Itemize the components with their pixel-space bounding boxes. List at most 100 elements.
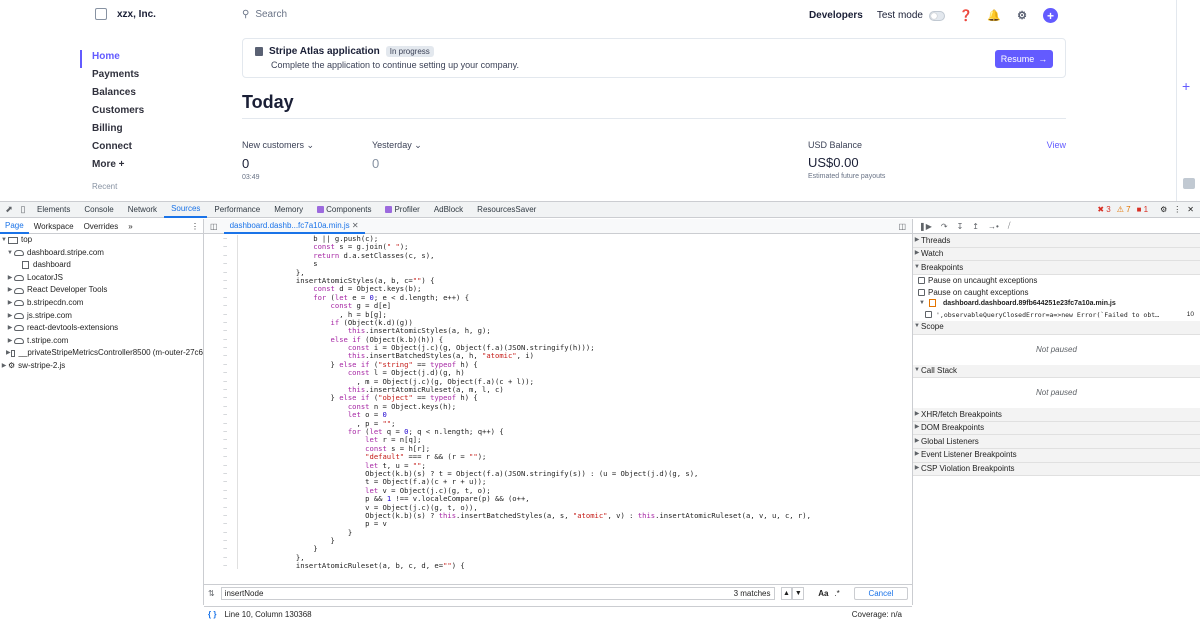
gutter-line[interactable]: – <box>204 487 237 495</box>
tree-item-dashboard-stripe[interactable]: ▼ dashboard.stripe.com <box>0 247 203 260</box>
gutter-line[interactable]: – <box>204 520 237 528</box>
tab-overrides[interactable]: Overrides <box>79 219 124 234</box>
gutter-line[interactable]: – <box>204 445 237 453</box>
gutter-line[interactable]: – <box>204 403 237 411</box>
sidebar-item-more[interactable]: More + <box>80 158 220 176</box>
tab-resourcessaver[interactable]: ResourcesSaver <box>470 202 543 218</box>
warning-count[interactable]: ⚠ 7 <box>1117 205 1131 214</box>
line-gutter[interactable]: – – – – – – – – – – – – – – – – – – – – – – – – – – – – – – – – – – – – – – – – <box>204 235 238 569</box>
sidebar-item-balances[interactable]: Balances <box>80 86 220 104</box>
gutter-line[interactable]: – <box>204 378 237 386</box>
tab-workspace[interactable]: Workspace <box>29 219 79 234</box>
sidebar-item-billing[interactable]: Billing <box>80 122 220 140</box>
yesterday-dropdown[interactable]: Yesterday ⌄ <box>372 140 422 151</box>
gutter-line[interactable]: – <box>204 243 237 251</box>
tree-item-react-devtools[interactable]: ▶ React Developer Tools <box>0 284 203 297</box>
checkbox[interactable] <box>918 288 925 296</box>
step-into-icon[interactable]: ↧ <box>957 222 964 231</box>
resume-button[interactable]: Resume → <box>995 50 1053 68</box>
help-icon[interactable]: ❓ <box>959 9 973 23</box>
replace-toggle-icon[interactable]: ⇅ <box>208 589 215 598</box>
gutter-line[interactable]: – <box>204 252 237 260</box>
gutter-line[interactable]: – <box>204 462 237 470</box>
sidebar-item-payments[interactable]: Payments <box>80 68 220 86</box>
gutter-line[interactable]: – <box>204 470 237 478</box>
gutter-line[interactable]: – <box>204 436 237 444</box>
settings-gear-icon[interactable]: ⚙ <box>1160 205 1167 214</box>
step-icon[interactable]: →• <box>988 222 999 231</box>
gutter-line[interactable]: – <box>204 311 237 319</box>
search-bar[interactable]: ⚲ Search <box>242 9 287 20</box>
tree-item-react-devtools-ext[interactable]: ▶ react-devtools-extensions <box>0 322 203 335</box>
step-out-icon[interactable]: ↥ <box>972 222 979 231</box>
previous-match-icon[interactable]: ▲ <box>780 587 793 600</box>
checkbox[interactable] <box>925 311 932 319</box>
breakpoint-entry[interactable]: ',observableQueryClosedError=a=>new Erro… <box>913 309 1200 321</box>
gutter-line[interactable]: – <box>204 554 237 562</box>
view-balance-link[interactable]: View <box>1047 140 1066 150</box>
code-view[interactable]: – – – – – – – – – – – – – – – – – – – – – – – – – – – – – – – – – – – – – – – –… <box>204 235 912 569</box>
tree-item-dashboard[interactable]: dashboard <box>0 259 203 272</box>
issues-count[interactable]: ■ 1 <box>1137 205 1149 214</box>
more-options-icon[interactable]: ⋮ <box>191 222 203 231</box>
section-scope[interactable]: ▼ Scope <box>913 320 1200 335</box>
section-global-listeners[interactable]: ▶ Global Listeners <box>913 435 1200 449</box>
gutter-line[interactable]: – <box>204 411 237 419</box>
gutter-line[interactable]: – <box>204 478 237 486</box>
section-call-stack[interactable]: ▼ Call Stack <box>913 364 1200 379</box>
sidebar-item-customers[interactable]: Customers <box>80 104 220 122</box>
section-watch[interactable]: ▶ Watch <box>913 247 1200 262</box>
tab-sources[interactable]: Sources <box>164 202 208 218</box>
tree-item-stripecdn[interactable]: ▶ b.stripecdn.com <box>0 297 203 310</box>
gutter-line[interactable]: – <box>204 529 237 537</box>
gutter-line[interactable]: – <box>204 394 237 402</box>
tree-item-js-stripe[interactable]: ▶ js.stripe.com <box>0 310 203 323</box>
next-match-icon[interactable]: ▼ <box>792 587 805 600</box>
gutter-line[interactable]: – <box>204 285 237 293</box>
sidebar-item-connect[interactable]: Connect <box>80 140 220 158</box>
pause-resume-icon[interactable]: ❚▶ <box>919 222 932 231</box>
tree-item-t-stripe[interactable]: ▶ t.stripe.com <box>0 335 203 348</box>
gutter-line[interactable]: – <box>204 369 237 377</box>
tab-memory[interactable]: Memory <box>267 202 310 218</box>
search-input[interactable]: Search <box>255 9 287 20</box>
pause-caught-option[interactable]: Pause on caught exceptions <box>913 286 1200 298</box>
tab-console[interactable]: Console <box>77 202 120 218</box>
notifications-bell-icon[interactable]: 🔔 <box>987 9 1001 23</box>
tree-item-top[interactable]: ▼ top <box>0 234 203 247</box>
developers-link[interactable]: Developers <box>809 10 863 21</box>
gutter-line[interactable]: – <box>204 277 237 285</box>
section-breakpoints[interactable]: ▼ Breakpoints <box>913 261 1200 275</box>
gutter-line[interactable]: – <box>204 269 237 277</box>
error-count[interactable]: ✖ 3 <box>1097 205 1110 214</box>
toggle-navigator-icon[interactable]: ◫ <box>204 222 224 231</box>
gutter-line[interactable]: – <box>204 545 237 553</box>
editor-file-tab[interactable]: dashboard.dashb...fc7a10a.min.js ✕ <box>223 219 365 234</box>
gutter-line[interactable]: – <box>204 260 237 268</box>
match-case-toggle[interactable]: Aa <box>818 589 828 598</box>
deactivate-breakpoints-icon[interactable]: ⧸ <box>1008 221 1011 231</box>
gutter-line[interactable]: – <box>204 420 237 428</box>
toggle-debugger-icon[interactable]: ◫ <box>898 222 912 231</box>
close-icon[interactable]: ✕ <box>1187 205 1194 214</box>
gutter-line[interactable]: – <box>204 352 237 360</box>
tab-network[interactable]: Network <box>121 202 164 218</box>
cancel-search-button[interactable]: Cancel <box>853 587 909 600</box>
settings-gear-icon[interactable]: ⚙ <box>1015 9 1029 23</box>
gutter-line[interactable]: – <box>204 235 237 243</box>
close-icon[interactable]: ✕ <box>352 221 359 230</box>
sidebar-item-home[interactable]: Home <box>80 50 220 68</box>
tab-adblock[interactable]: AdBlock <box>427 202 470 218</box>
pause-uncaught-option[interactable]: Pause on uncaught exceptions <box>913 275 1200 287</box>
tree-item-locatorjs[interactable]: ▶ LocatorJS <box>0 272 203 285</box>
regex-toggle[interactable]: .* <box>834 589 839 598</box>
gutter-line[interactable]: – <box>204 428 237 436</box>
test-mode-toggle[interactable] <box>929 10 945 21</box>
section-threads[interactable]: ▶ Threads <box>913 234 1200 248</box>
section-event-listener-breakpoints[interactable]: ▶ Event Listener Breakpoints <box>913 448 1200 463</box>
tab-performance[interactable]: Performance <box>207 202 267 218</box>
find-input[interactable]: insertNode 3 matches <box>220 587 775 600</box>
tree-item-metrics-controller[interactable]: ▶ __privateStripeMetricsController8500 (m… <box>0 347 203 360</box>
gutter-line[interactable]: – <box>204 327 237 335</box>
create-plus-icon[interactable]: + <box>1043 8 1058 23</box>
